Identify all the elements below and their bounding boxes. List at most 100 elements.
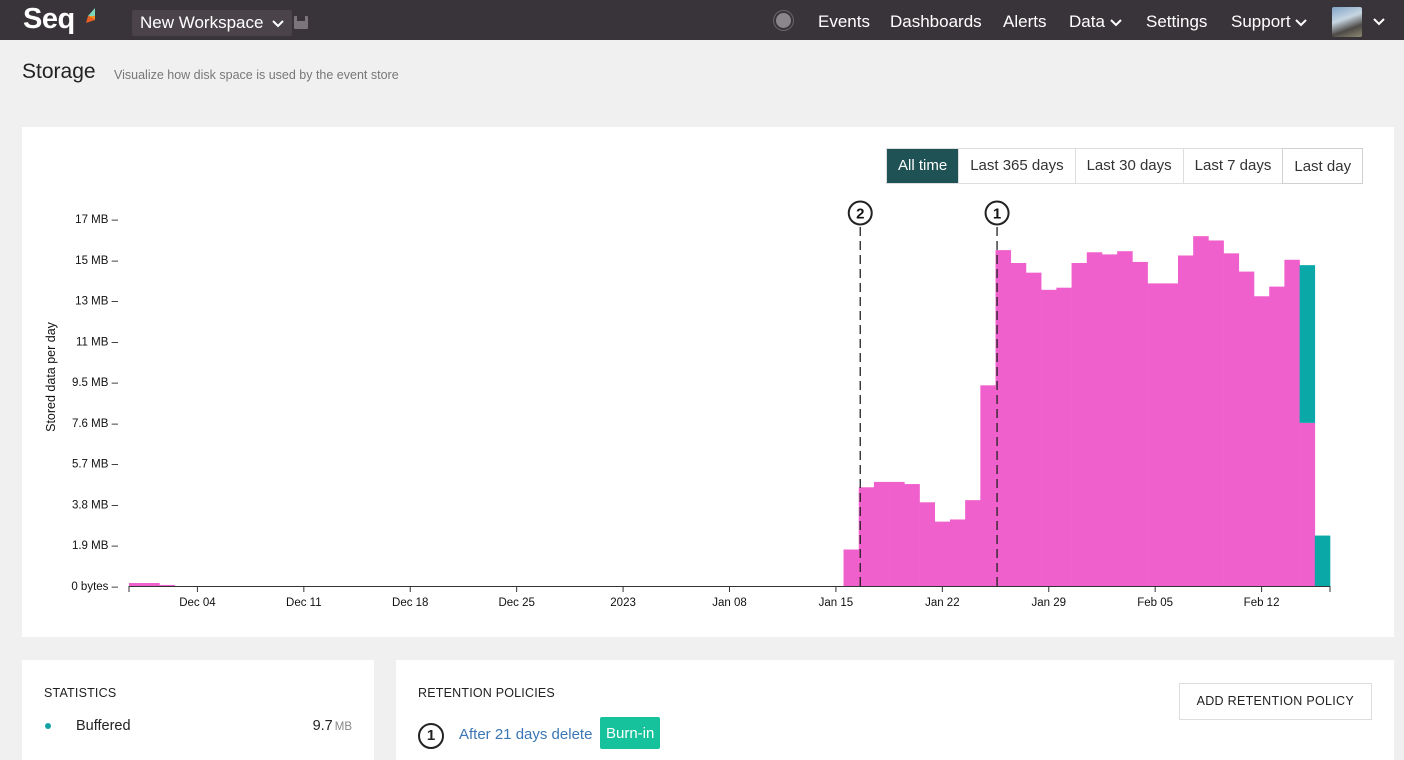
x-tick-label: Jan 29 — [1031, 597, 1066, 609]
stored-bar — [1041, 289, 1057, 586]
x-tick-label: Dec 25 — [498, 597, 534, 609]
stored-bar — [889, 481, 905, 586]
stored-bar — [1132, 261, 1148, 586]
page-subtitle: Visualize how disk space is used by the … — [114, 68, 399, 82]
y-tick-label: 15 MB – — [75, 255, 118, 267]
retention-heading: RETENTION POLICIES — [418, 686, 555, 700]
nav-dashboards[interactable]: Dashboards — [890, 0, 982, 40]
retention-policies-card: RETENTION POLICIES ADD RETENTION POLICY … — [396, 660, 1394, 760]
y-tick-label: 11 MB – — [76, 336, 119, 348]
y-tick-label: 13 MB – — [75, 296, 118, 308]
nav-settings-label: Settings — [1146, 12, 1208, 31]
policy-signal-badge: Burn-in — [600, 717, 661, 749]
nav-events[interactable]: Events — [818, 0, 870, 40]
page-title: Storage — [22, 60, 96, 83]
stored-bar — [904, 484, 920, 586]
x-tick-label: Dec 18 — [392, 597, 428, 609]
seq-logo-mark-icon — [86, 8, 95, 23]
policy-number-badge: 1 — [418, 723, 444, 749]
buffered-legend-dot-icon — [45, 723, 51, 729]
save-workspace-icon[interactable] — [294, 16, 308, 29]
nav-settings[interactable]: Settings — [1146, 0, 1207, 40]
stored-bar — [1223, 253, 1240, 586]
stored-bar — [1025, 272, 1042, 586]
x-tick-label: Jan 22 — [925, 597, 960, 609]
stored-bar — [995, 250, 1012, 586]
stat-buffered-label: Buffered — [76, 718, 131, 734]
chevron-down-icon — [1295, 19, 1307, 27]
add-retention-policy-button[interactable]: ADD RETENTION POLICY — [1178, 683, 1372, 720]
stored-bar — [1010, 262, 1027, 586]
stat-buffered-number: 9.7 — [312, 718, 333, 734]
x-tick-label: 2023 — [610, 597, 636, 609]
nav-support[interactable]: Support — [1231, 0, 1307, 40]
statistics-card: STATISTICS Buffered 9.7 MB — [22, 660, 374, 760]
y-tick-label: 7.6 MB – — [72, 418, 119, 430]
stored-bar — [129, 582, 160, 586]
bars-layer — [129, 236, 1331, 587]
nav-alerts[interactable]: Alerts — [1003, 0, 1046, 40]
storage-bar-chart: 2 1 0 bytes – 1.9 MB – 3.8 MB – 5.7 MB – 7.6 … — [44, 200, 1331, 609]
stored-bar — [1193, 236, 1209, 586]
user-menu-chevron-icon[interactable] — [1373, 0, 1385, 43]
stored-bar — [949, 519, 966, 586]
workspace-name: New Workspace — [140, 13, 264, 32]
x-tick-label: Feb 12 — [1244, 597, 1280, 609]
stored-bar — [1177, 255, 1194, 586]
chevron-down-icon — [1109, 19, 1122, 27]
x-tick-label: Jan 08 — [712, 597, 747, 609]
stored-bar — [980, 385, 996, 586]
stored-bar — [843, 549, 860, 586]
stored-bar — [1269, 286, 1285, 586]
stored-bar — [1071, 262, 1088, 586]
nav-dashboards-label: Dashboards — [890, 12, 982, 31]
stored-bar — [873, 481, 890, 586]
y-tick-label: 17 MB – — [75, 214, 118, 226]
y-tick-label: 3.8 MB – — [72, 499, 119, 511]
stored-bar — [1117, 251, 1133, 586]
stored-bar — [1086, 252, 1103, 586]
stored-bar — [159, 584, 175, 586]
nav-events-label: Events — [818, 12, 870, 31]
stored-bar — [934, 521, 951, 586]
top-bar: Seq New Workspace Events Dashboards Aler… — [0, 0, 1404, 40]
stored-bar — [965, 500, 981, 586]
y-tick-label: 1.9 MB – — [72, 540, 119, 552]
user-avatar[interactable] — [1332, 7, 1362, 37]
stored-bar — [1284, 259, 1300, 586]
retention-marker-label: 1 — [993, 206, 1001, 223]
stored-bar — [1299, 422, 1316, 586]
nav-alerts-label: Alerts — [1003, 12, 1047, 31]
stored-bar — [1208, 240, 1224, 587]
workspace-selector[interactable]: New Workspace — [132, 10, 293, 36]
x-axis: Dec 04 Dec 11 Dec 18 Dec 25 2023 Jan 08 Jan 15… — [128, 586, 1331, 609]
stored-bar — [1253, 296, 1270, 586]
nav-data[interactable]: Data — [1069, 0, 1122, 40]
buffered-bar — [1299, 265, 1316, 423]
chevron-down-icon — [272, 10, 284, 36]
stored-bar — [1238, 271, 1255, 586]
nav-data-label: Data — [1069, 12, 1105, 31]
stored-bar — [1056, 287, 1072, 586]
buffered-bar — [1314, 535, 1331, 586]
storage-chart-card: All time Last 365 days Last 30 days Last… — [22, 127, 1394, 637]
theme-toggle-icon[interactable] — [776, 13, 791, 28]
y-tick-label: 0 bytes – — [71, 581, 118, 593]
y-tick-label: 5.7 MB – — [72, 459, 119, 471]
y-axis-label: Stored data per day — [44, 321, 58, 432]
statistics-heading: STATISTICS — [44, 686, 117, 700]
x-tick-label: Feb 05 — [1137, 597, 1173, 609]
seq-logo[interactable]: Seq — [23, 3, 75, 36]
retention-marker-label: 2 — [856, 206, 864, 223]
stored-bar — [858, 487, 875, 586]
stored-bar — [1147, 283, 1164, 586]
stat-buffered-unit: MB — [334, 721, 352, 733]
x-tick-label: Dec 11 — [286, 597, 322, 609]
x-tick-label: Dec 04 — [179, 597, 216, 609]
y-tick-label: 9.5 MB – — [72, 377, 119, 389]
stored-bar — [1162, 283, 1179, 586]
nav-support-label: Support — [1231, 12, 1291, 31]
stat-buffered-value: 9.7 MB — [313, 718, 352, 734]
policy-link[interactable]: After 21 days delete — [459, 726, 592, 743]
y-axis: 0 bytes – 1.9 MB – 3.8 MB – 5.7 MB – 7.6 MB … — [71, 214, 118, 593]
